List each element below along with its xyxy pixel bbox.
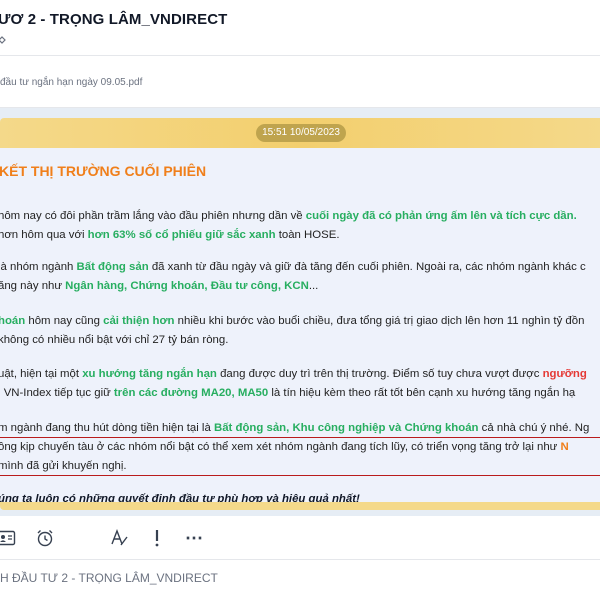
chevron-icon[interactable] (0, 34, 8, 46)
paragraph-5-line-3: mình đã gửi khuyến nghị. (0, 460, 127, 472)
message-footer-band (0, 502, 600, 510)
contact-card-icon[interactable] (0, 526, 18, 550)
message-input-placeholder[interactable]: H ĐẦU TƯ 2 - TRỌNG LÂM_VNDIRECT (0, 571, 218, 585)
paragraph-4-line-1: uật, hiện tại một xu hướng tăng ngắn hạn… (0, 368, 587, 380)
chat-messages-area[interactable]: 15:51 10/05/2023 KẾT THỊ TRƯỜNG CUỐI PHI… (0, 108, 600, 516)
attachment-file-name[interactable]: đầu tư ngắn hạn ngày 09.05.pdf (0, 77, 142, 88)
composer-toolbar: ⋯ (0, 516, 600, 560)
paragraph-5-line-1: m ngành đang thu hút dòng tiền hiện tại … (0, 422, 590, 434)
chat-title[interactable]: ƯƠ 2 - TRỌNG LÂM_VNDIRECT (0, 11, 227, 28)
message-input[interactable]: H ĐẦU TƯ 2 - TRỌNG LÂM_VNDIRECT (0, 560, 600, 600)
paragraph-1-line-2: hơn hôm qua với hơn 63% số cổ phiếu giữ … (0, 229, 340, 241)
message-title: KẾT THỊ TRƯỜNG CUỐI PHIÊN (0, 163, 207, 179)
pinned-attachment-bar: đầu tư ngắn hạn ngày 09.05.pdf (0, 56, 600, 108)
paragraph-2-line-2: ăng này như Ngân hàng, Chứng khoán, Đầu … (0, 280, 319, 292)
message-timestamp: 15:51 10/05/2023 (256, 124, 346, 142)
alarm-clock-icon[interactable] (33, 526, 57, 550)
paragraph-5-line-2: ông kịp chuyến tàu ở các nhóm nổi bật có… (0, 441, 569, 453)
exclamation-icon[interactable] (145, 526, 169, 550)
paragraph-4-line-2: i VN-Index tiếp tục giữ trên các đường M… (0, 387, 576, 399)
text-format-icon[interactable] (107, 526, 131, 550)
more-icon[interactable]: ⋯ (182, 526, 206, 550)
paragraph-2-line-1: là nhóm ngành Bất động sản đã xanh từ đầ… (0, 261, 586, 273)
highlight-divider (0, 475, 600, 476)
paragraph-1-line-1: hôm nay có đôi phần trầm lắng vào đầu ph… (0, 210, 577, 222)
paragraph-3-line-1: hoán hôm nay cũng cải thiện hơn nhiều kh… (0, 315, 585, 327)
chat-header: ƯƠ 2 - TRỌNG LÂM_VNDIRECT (0, 0, 600, 56)
message-card: 15:51 10/05/2023 KẾT THỊ TRƯỜNG CUỐI PHI… (0, 118, 600, 510)
paragraph-3-line-2: không có nhiều nổi bật với chỉ 27 tỷ bán… (0, 334, 229, 346)
